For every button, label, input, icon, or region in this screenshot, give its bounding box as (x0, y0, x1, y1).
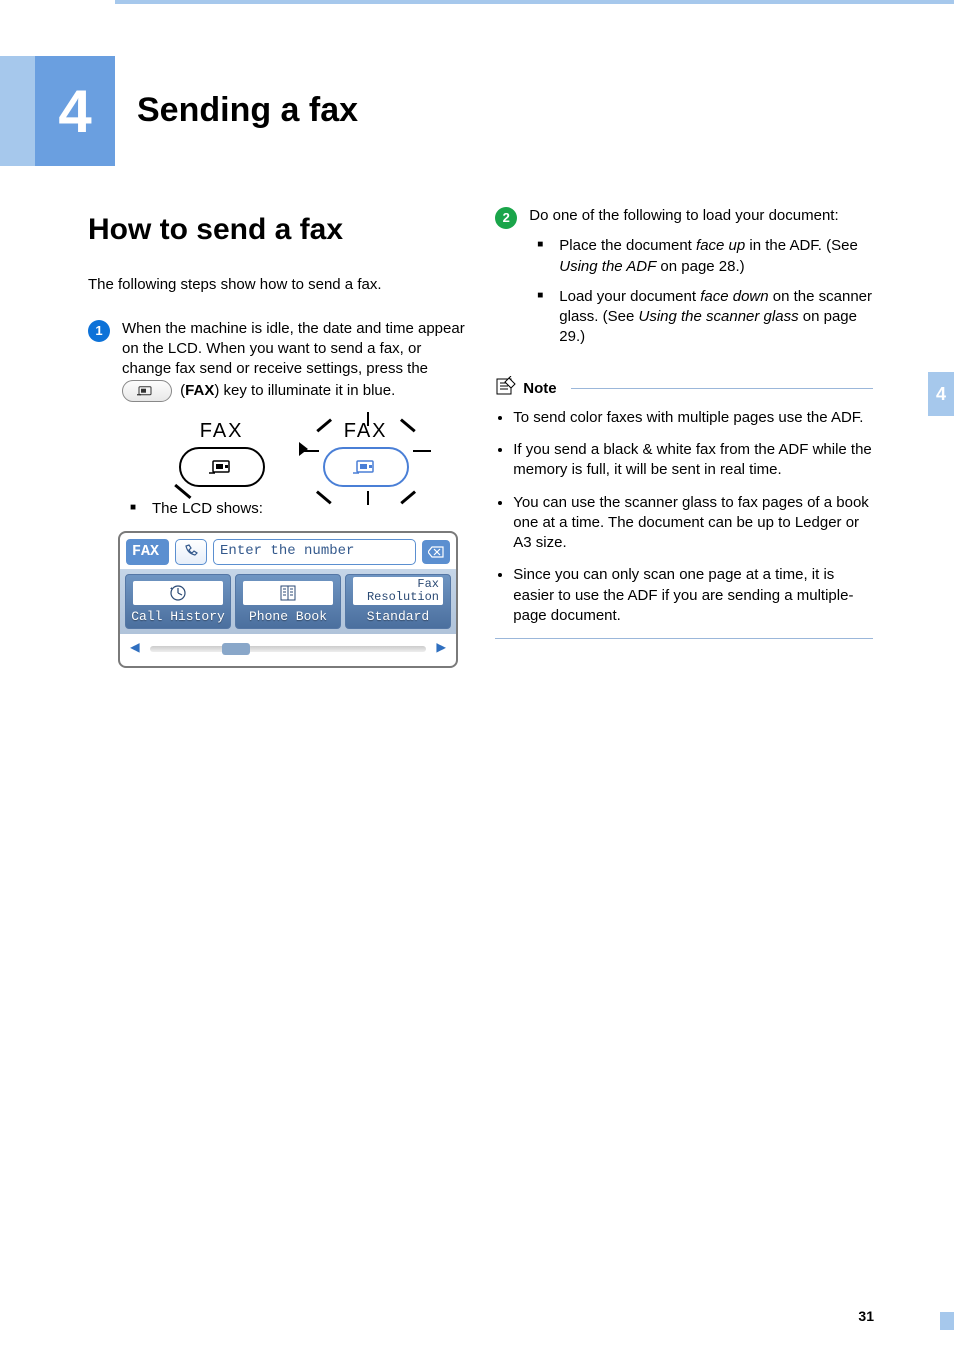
fax-btn-after: FAX (323, 418, 409, 487)
lcd-dial-icon-button (175, 539, 207, 565)
lcd-phone-book-label: Phone Book (249, 608, 327, 626)
lcd-fax-res-top: FaxResolution (353, 577, 443, 605)
right-column: 2 Do one of the following to load your d… (495, 206, 872, 678)
fax-btn-before-label: FAX (179, 418, 265, 445)
step-1-body: When the machine is idle, the date and t… (122, 319, 465, 668)
step-1-open-paren: ( (176, 381, 185, 398)
lcd-left-arrow-icon: ◀ (130, 638, 140, 660)
b2-pre: Load your document (559, 288, 700, 305)
b1-ital: face up (696, 237, 745, 254)
header-bar (115, 0, 954, 38)
side-tab-number: 4 (936, 382, 946, 406)
lcd-book-icon (243, 581, 333, 605)
lcd-scroll-row: ◀ ▶ (120, 634, 456, 666)
lcd-screenshot: FAX Enter the number (118, 531, 458, 668)
step-2-bullet-1: Place the document face up in the ADF. (… (559, 236, 872, 277)
lcd-backspace-button (422, 540, 450, 564)
step-2-bullets: Place the document face up in the ADF. (… (529, 236, 872, 347)
step-2: 2 Do one of the following to load your d… (495, 206, 872, 358)
step-1-fax-bold: FAX (185, 381, 214, 398)
note-item-3: You can use the scanner glass to fax pag… (513, 493, 872, 554)
lcd-right-arrow-icon: ▶ (436, 638, 446, 660)
left-column: How to send a fax The following steps sh… (88, 206, 465, 678)
lcd-shows-text: The LCD shows: (152, 499, 465, 519)
note-item-1: To send color faxes with multiple pages … (513, 408, 872, 428)
note-top-line (571, 388, 873, 389)
note-header: Note (495, 376, 872, 402)
step-2-intro: Do one of the following to load your doc… (529, 207, 838, 224)
lcd-number-entry: Enter the number (213, 539, 416, 565)
b1-ref: Using the ADF (559, 258, 656, 275)
lcd-scrollbar (150, 646, 427, 652)
chapter-accent (0, 56, 35, 166)
fax-button-illustration: FAX FAX (122, 418, 465, 487)
chapter-number: 4 (58, 71, 91, 152)
lcd-number-placeholder: Enter the number (220, 542, 354, 561)
fax-btn-before-oval (179, 447, 265, 487)
lcd-call-history-label: Call History (131, 608, 225, 626)
fax-key-icon (122, 380, 172, 402)
step-1-badge: 1 (88, 320, 110, 342)
chapter-title: Sending a fax (137, 88, 358, 134)
fax-btn-after-oval (323, 447, 409, 487)
note-bottom-line (495, 638, 872, 639)
lcd-fax-res-bottom: Standard (367, 608, 429, 626)
step-2-body: Do one of the following to load your doc… (529, 206, 872, 358)
note-label: Note (523, 379, 556, 399)
b1-pre: Place the document (559, 237, 696, 254)
b1-mid: in the ADF. (See (745, 237, 858, 254)
lcd-call-history-button: Call History (125, 574, 231, 629)
lcd-shows-list: The LCD shows: (122, 499, 465, 519)
lcd-clock-icon (133, 581, 223, 605)
fax-btn-before: FAX (179, 418, 265, 487)
lcd-mode-tag: FAX (126, 539, 169, 565)
lcd-buttons-row: Call History Phone Book FaxResolution St… (120, 569, 456, 634)
step-2-bullet-2: Load your document face down on the scan… (559, 287, 872, 348)
side-tab: 4 (928, 372, 954, 416)
chapter-number-box: 4 (35, 56, 115, 166)
lcd-fax-resolution-button: FaxResolution Standard (345, 574, 451, 629)
note-list: To send color faxes with multiple pages … (495, 408, 872, 626)
step-2-badge: 2 (495, 207, 517, 229)
intro-text: The following steps show how to send a f… (88, 275, 465, 295)
chapter-header: 4 Sending a fax (0, 56, 954, 166)
lcd-top-row: FAX Enter the number (120, 533, 456, 569)
section-heading: How to send a fax (88, 210, 465, 251)
b2-ital: face down (700, 288, 768, 305)
step-1-close: ) key to illuminate it in blue. (214, 381, 395, 398)
step-1-text-a: When the machine is idle, the date and t… (122, 320, 465, 378)
note-item-4: Since you can only scan one page at a ti… (513, 565, 872, 626)
lcd-phone-book-button: Phone Book (235, 574, 341, 629)
step-1: 1 When the machine is idle, the date and… (88, 319, 465, 668)
page-number: 31 (858, 1307, 874, 1326)
b2-ref: Using the scanner glass (638, 308, 798, 325)
note-item-2: If you send a black & white fax from the… (513, 440, 872, 481)
b1-post: on page 28.) (656, 258, 744, 275)
content-columns: How to send a fax The following steps sh… (0, 166, 954, 678)
note-icon (495, 376, 517, 402)
fax-btn-after-label: FAX (323, 418, 409, 445)
page-number-accent (940, 1312, 954, 1330)
